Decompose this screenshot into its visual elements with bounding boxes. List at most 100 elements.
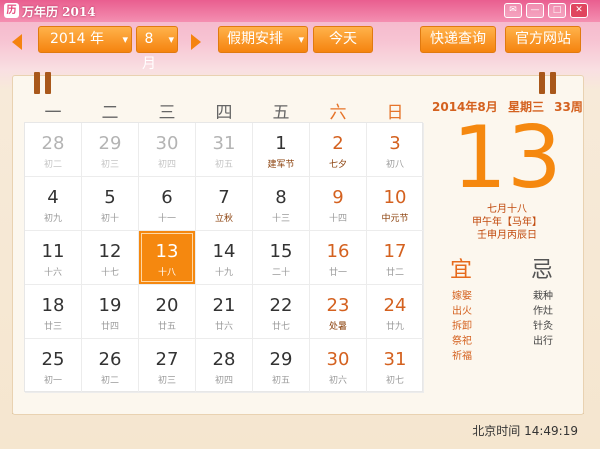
title-bar[interactable]: 历 万年历 2014 ✉ — □ ✕ [0, 0, 600, 22]
binder-ring-icon [45, 72, 51, 94]
day-number: 11 [41, 241, 65, 262]
holiday-schedule-label: 假期安排 [227, 31, 283, 47]
mail-icon[interactable]: ✉ [504, 3, 522, 18]
month-grid: 28 初二 29 初三 30 初四 31 初五 1 建军节 2 七夕 3 初八 4 初九 5 初十 6 十一 7 立秋 8 十… [24, 122, 424, 393]
day-cell[interactable]: 29 初五 [253, 339, 310, 393]
day-number: 24 [383, 295, 407, 316]
day-cell[interactable]: 29 初三 [82, 123, 139, 177]
maximize-button[interactable]: □ [548, 3, 566, 18]
auspicious-item: 祭祀 [452, 336, 472, 347]
official-website-button[interactable]: 官方网站 [505, 26, 581, 53]
day-cell[interactable]: 24 廿九 [367, 285, 424, 339]
day-cell[interactable]: 27 初三 [139, 339, 196, 393]
day-cell[interactable]: 17 廿二 [367, 231, 424, 285]
day-number: 15 [269, 241, 293, 262]
day-number: 28 [212, 349, 236, 370]
day-number: 18 [41, 295, 65, 316]
lunar-day: 初三 [157, 376, 176, 386]
day-cell[interactable]: 28 初四 [196, 339, 253, 393]
lunar-day: 十六 [43, 268, 62, 278]
day-cell[interactable]: 20 廿五 [139, 285, 196, 339]
auspicious-label: 宜 [450, 258, 473, 283]
day-cell[interactable]: 5 初十 [82, 177, 139, 231]
auspicious-item: 祈福 [452, 351, 472, 362]
inauspicious-list: 栽种 作灶 针灸 出行 [533, 289, 553, 349]
prev-month-arrow-icon[interactable] [12, 34, 22, 50]
day-cell[interactable]: 14 十九 [196, 231, 253, 285]
weekday-label: 一 [44, 103, 62, 123]
lunar-day: 初六 [328, 376, 347, 386]
day-cell-today[interactable]: 13 十八 [139, 231, 196, 285]
day-number: 29 [98, 133, 122, 154]
day-cell[interactable]: 2 七夕 [310, 123, 367, 177]
lunar-day: 二十 [271, 268, 290, 278]
day-cell[interactable]: 18 廿三 [25, 285, 82, 339]
day-cell[interactable]: 28 初二 [25, 123, 82, 177]
weekday-label: 六 [329, 103, 347, 123]
today-button[interactable]: 今天 [313, 26, 373, 53]
day-cell[interactable]: 30 初六 [310, 339, 367, 393]
day-cell[interactable]: 4 初九 [25, 177, 82, 231]
day-cell[interactable]: 21 廿六 [196, 285, 253, 339]
lunar-day: 初二 [100, 376, 119, 386]
express-query-button[interactable]: 快递查询 [420, 26, 496, 53]
day-number: 26 [98, 349, 122, 370]
day-cell[interactable]: 11 十六 [25, 231, 82, 285]
day-number: 14 [212, 241, 236, 262]
day-number: 10 [383, 187, 407, 208]
day-cell[interactable]: 12 十七 [82, 231, 139, 285]
lunar-day: 初四 [157, 160, 176, 170]
day-cell[interactable]: 19 廿四 [82, 285, 139, 339]
close-button[interactable]: ✕ [570, 3, 588, 18]
day-number: 25 [41, 349, 65, 370]
day-cell[interactable]: 15 二十 [253, 231, 310, 285]
day-cell[interactable]: 31 初七 [367, 339, 424, 393]
year-select[interactable]: 2014 年 ▾ [38, 26, 132, 53]
binder-ring-icon [34, 72, 40, 94]
binder-ring-icon [539, 72, 545, 94]
day-cell[interactable]: 8 十三 [253, 177, 310, 231]
day-cell[interactable]: 25 初一 [25, 339, 82, 393]
day-cell[interactable]: 23 处暑 [310, 285, 367, 339]
minimize-button[interactable]: — [526, 3, 544, 18]
lunar-day: 廿五 [157, 322, 176, 332]
day-number: 16 [326, 241, 350, 262]
day-cell[interactable]: 16 廿一 [310, 231, 367, 285]
day-number: 1 [275, 133, 287, 154]
weekday-label: 五 [272, 103, 290, 123]
lunar-day: 初八 [385, 160, 404, 170]
binder-ring-icon [550, 72, 556, 94]
lunar-day: 廿六 [214, 322, 233, 332]
day-cell[interactable]: 30 初四 [139, 123, 196, 177]
calendar-window: 历 万年历 2014 ✉ — □ ✕ 2014 年 ▾ 8 月 ▾ 假期安排 ▾… [0, 0, 600, 449]
lunar-day: 廿九 [385, 322, 404, 332]
day-cell[interactable]: 6 十一 [139, 177, 196, 231]
day-number: 2 [332, 133, 344, 154]
day-cell[interactable]: 26 初二 [82, 339, 139, 393]
lunar-day: 建军节 [267, 160, 295, 170]
day-cell[interactable]: 31 初五 [196, 123, 253, 177]
chevron-down-icon: ▾ [122, 33, 128, 46]
day-cell[interactable]: 9 十四 [310, 177, 367, 231]
month-select[interactable]: 8 月 ▾ [136, 26, 178, 72]
lunar-day: 初二 [43, 160, 62, 170]
day-cell[interactable]: 3 初八 [367, 123, 424, 177]
lunar-day: 立秋 [214, 214, 233, 224]
day-number: 29 [269, 349, 293, 370]
day-cell[interactable]: 10 中元节 [367, 177, 424, 231]
day-number: 8 [275, 187, 287, 208]
lunar-day: 十一 [157, 214, 176, 224]
year-select-value: 2014 年 [49, 31, 105, 47]
weekday-label: 四 [215, 103, 233, 123]
lunar-day: 初十 [100, 214, 119, 224]
lunar-day: 廿一 [328, 268, 347, 278]
window-title: 万年历 2014 [22, 5, 96, 19]
next-month-arrow-icon[interactable] [191, 34, 201, 50]
day-cell[interactable]: 22 廿七 [253, 285, 310, 339]
day-cell[interactable]: 1 建军节 [253, 123, 310, 177]
calendar-app-icon: 历 [4, 3, 19, 18]
lunar-day: 初三 [100, 160, 119, 170]
lunar-day: 廿七 [271, 322, 290, 332]
holiday-schedule-button[interactable]: 假期安排 ▾ [218, 26, 308, 53]
day-cell[interactable]: 7 立秋 [196, 177, 253, 231]
